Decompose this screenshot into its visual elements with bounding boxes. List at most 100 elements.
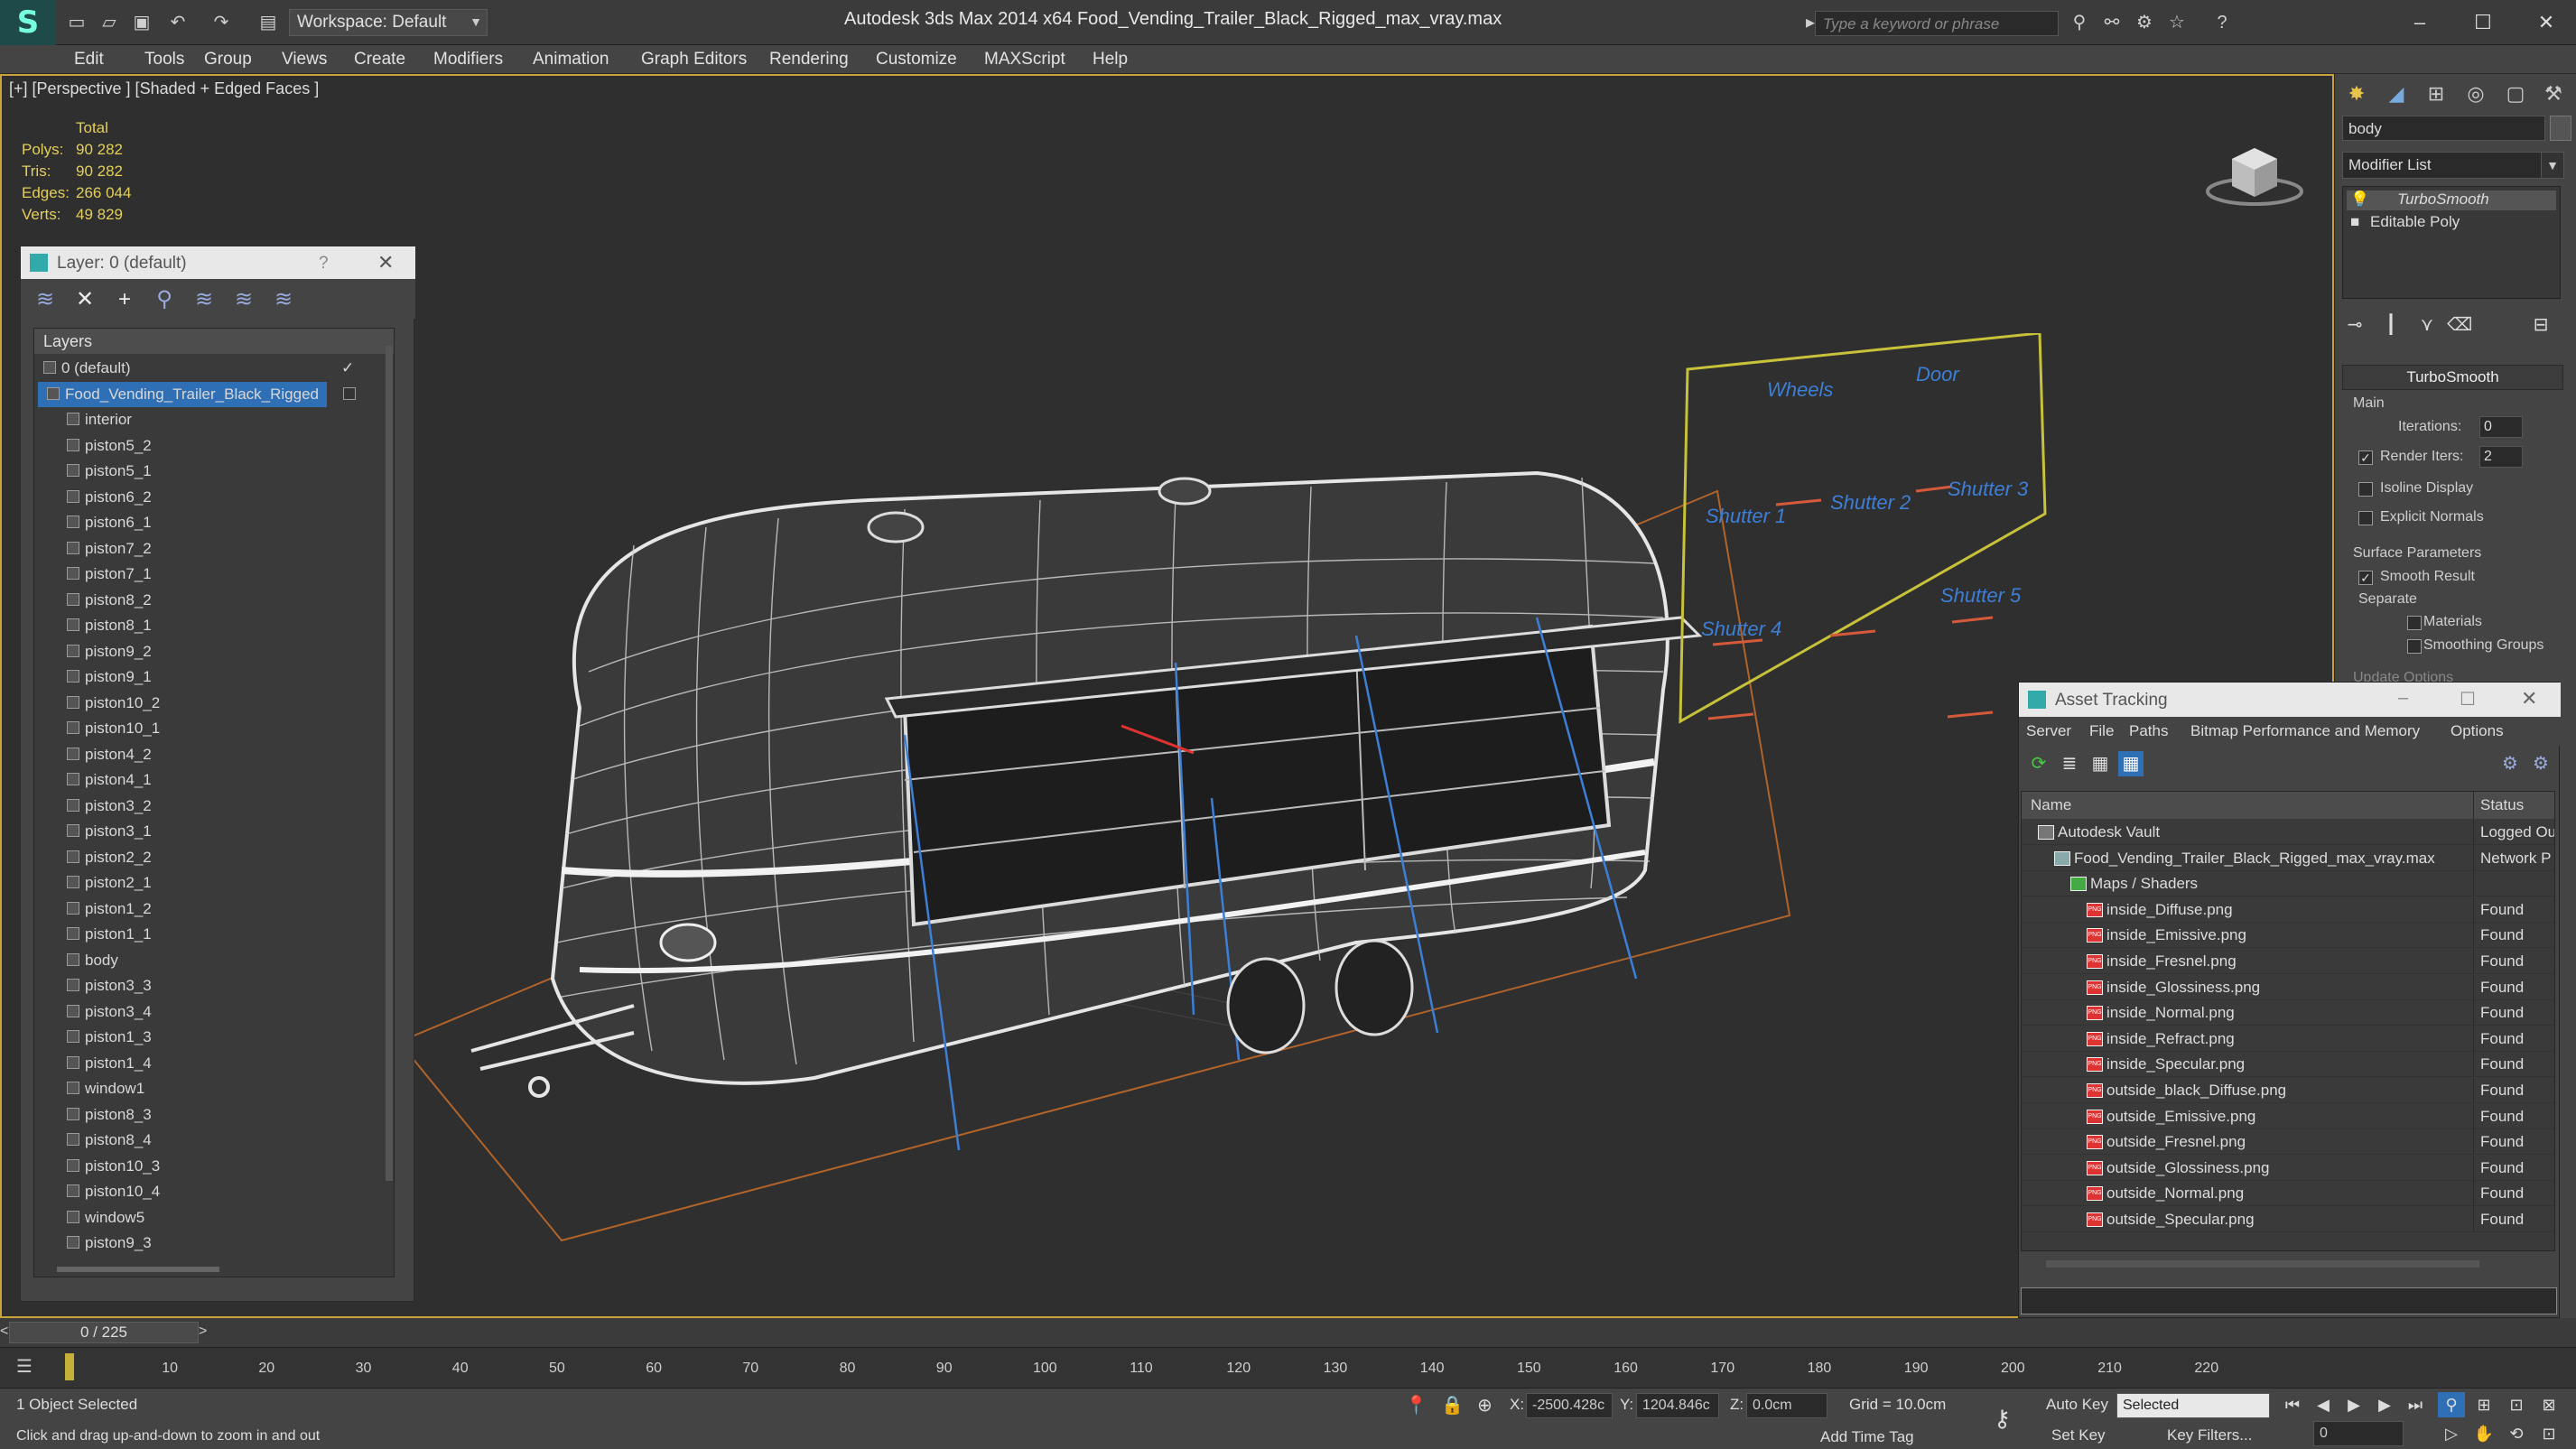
refresh-icon[interactable]: ⟳ [2026,751,2051,776]
pan-icon[interactable]: ✋ [2470,1421,2497,1446]
rig-control-board[interactable] [1677,333,2056,730]
motion-tab-icon[interactable]: ◎ [2458,78,2494,110]
menu-create[interactable]: Create [354,45,405,74]
list-view-icon[interactable]: ≣ [2057,751,2082,776]
previous-frame-icon[interactable]: ◀ [2310,1392,2337,1417]
object-row[interactable]: piston1_3 [34,1025,377,1050]
minimize-button[interactable]: – [2393,7,2447,38]
object-row[interactable]: piston9_1 [34,664,377,690]
object-color-swatch[interactable] [2550,116,2571,141]
object-row[interactable]: piston1_1 [34,922,377,947]
open-file-icon[interactable]: ▱ [98,11,121,34]
menu-modifiers[interactable]: Modifiers [433,45,503,74]
asset-path-field[interactable] [2021,1287,2557,1314]
redo-icon[interactable]: ↷ [209,11,233,34]
hide-all-layers-icon[interactable]: ≋ [230,286,257,313]
current-frame-field[interactable]: 0 [2313,1421,2404,1446]
smooth-result-checkbox[interactable]: ✓ [2358,571,2373,585]
app-logo-icon[interactable]: S [0,0,56,45]
zoom-all-icon[interactable]: ⊞ [2470,1392,2497,1417]
menu-animation[interactable]: Animation [533,45,609,74]
iterations-spinner[interactable]: 0 [2479,416,2523,438]
object-row[interactable]: piston10_4 [34,1179,377,1204]
chevron-down-icon[interactable]: ▼ [2541,152,2564,179]
show-end-result-icon[interactable]: ┃ [2378,312,2404,338]
stack-expand-icon[interactable]: ■ [2350,213,2359,233]
add-time-tag[interactable]: Add Time Tag [1820,1428,1914,1446]
set-current-layer-checkbox[interactable] [343,386,356,400]
asset-row[interactable]: PNG inside_Emissive.png Found [2022,923,2554,949]
go-to-end-icon[interactable]: ⏭ [2402,1392,2429,1417]
time-slider[interactable]: < 0 / 225 > [0,1318,2576,1347]
freeze-all-layers-icon[interactable]: ≋ [270,286,297,313]
asset-settings-icon[interactable]: ⚙ [2528,751,2553,776]
object-row[interactable]: piston4_2 [34,742,377,767]
search-input[interactable]: Type a keyword or phrase [1815,11,2059,36]
object-row[interactable]: window5 [34,1205,377,1231]
asset-row[interactable]: Autodesk Vault Logged Ou [2022,820,2554,845]
track-bar[interactable]: ☰ 10 20 30 40 50 60 70 80 90 100 110 120 130 140 150 16… [0,1347,2576,1388]
create-tab-icon[interactable]: ✸ [2339,78,2375,110]
object-row[interactable]: piston8_1 [34,613,377,638]
new-file-icon[interactable]: ▭ [65,11,88,34]
hierarchy-tab-icon[interactable]: ⊞ [2418,78,2454,110]
object-row[interactable]: piston8_4 [34,1128,377,1153]
door-slider[interactable] [1915,485,1953,493]
object-row[interactable]: piston7_1 [34,562,377,587]
display-tab-icon[interactable]: ▢ [2497,78,2534,110]
asset-row[interactable]: PNG inside_Fresnel.png Found [2022,949,2554,974]
smoothing-groups-checkbox[interactable] [2407,639,2422,654]
object-row[interactable]: piston1_4 [34,1051,377,1076]
object-row[interactable]: piston2_1 [34,870,377,896]
key-icon[interactable]: ⚷ [1994,1405,2011,1433]
asset-table-hscrollbar[interactable] [2046,1260,2479,1268]
object-row[interactable]: piston8_3 [34,1102,377,1128]
isoline-display-checkbox[interactable] [2358,482,2373,497]
object-row[interactable]: piston3_2 [34,794,377,819]
object-name-field[interactable]: body [2342,116,2545,141]
shutter-4-slider[interactable] [1707,712,1754,720]
modify-tab-icon[interactable]: ◢ [2378,78,2414,110]
communication-icon[interactable]: ⚙ [2133,11,2156,34]
absolute-mode-icon[interactable]: ⊕ [1477,1394,1493,1416]
asset-row[interactable]: Maps / Shaders [2022,871,2554,897]
field-of-view-icon[interactable]: ▷ [2438,1421,2465,1446]
object-row[interactable]: piston1_2 [34,896,377,922]
auto-key-button[interactable]: Auto Key [2046,1396,2108,1414]
object-row[interactable]: piston10_3 [34,1154,377,1179]
menu-rendering[interactable]: Rendering [769,45,849,74]
vault-help-icon[interactable]: ⚙ [2497,751,2523,776]
set-key-button[interactable]: Set Key [2051,1426,2106,1444]
make-unique-icon[interactable]: ⋎ [2414,312,2440,338]
menu-customize[interactable]: Customize [876,45,957,74]
stack-item-turbosmooth[interactable]: TurboSmooth [2397,190,2489,210]
go-to-start-icon[interactable]: ⏮ [2279,1392,2306,1417]
asset-row[interactable]: PNG inside_Glossiness.png Found [2022,974,2554,1000]
layer-panel-help-button[interactable]: ? [319,254,329,274]
asset-menu-options[interactable]: Options [2450,722,2504,740]
selection-lock-icon[interactable]: 🔒 [1441,1394,1464,1416]
render-iters-spinner[interactable]: 2 [2479,446,2523,468]
current-frame-marker[interactable] [65,1353,74,1380]
layer-row-trailer[interactable]: Food_Vending_Trailer_Black_Rigged [38,381,356,407]
object-row[interactable]: piston6_1 [34,510,377,535]
delete-layer-icon[interactable]: ✕ [71,286,98,313]
lightbulb-icon[interactable]: 💡 [2350,190,2369,210]
object-row[interactable]: interior [34,407,377,432]
zoom-extents-all-icon[interactable]: ⊠ [2535,1392,2562,1417]
create-layer-icon[interactable]: ≋ [32,286,59,313]
isolate-selection-icon[interactable]: 📍 [1405,1394,1427,1416]
asset-menu-bitmap-performance[interactable]: Bitmap Performance and Memory [2190,722,2420,740]
asset-row[interactable]: PNG outside_black_Diffuse.png Found [2022,1078,2554,1103]
asset-menu-paths[interactable]: Paths [2129,722,2168,740]
asset-row[interactable]: PNG inside_Normal.png Found [2022,1000,2554,1026]
asset-row[interactable]: PNG outside_Fresnel.png Found [2022,1129,2554,1156]
menu-tools[interactable]: Tools [144,45,184,74]
undo-icon[interactable]: ↶ [166,11,190,34]
close-button[interactable]: ✕ [2519,7,2573,38]
next-frame-icon[interactable]: ▶ [2371,1392,2398,1417]
add-to-layer-icon[interactable]: + [111,286,138,313]
utilities-tab-icon[interactable]: ⚒ [2535,78,2571,110]
zoom-icon[interactable]: ⚲ [2438,1392,2465,1417]
asset-row[interactable]: PNG outside_Glossiness.png Found [2022,1155,2554,1181]
